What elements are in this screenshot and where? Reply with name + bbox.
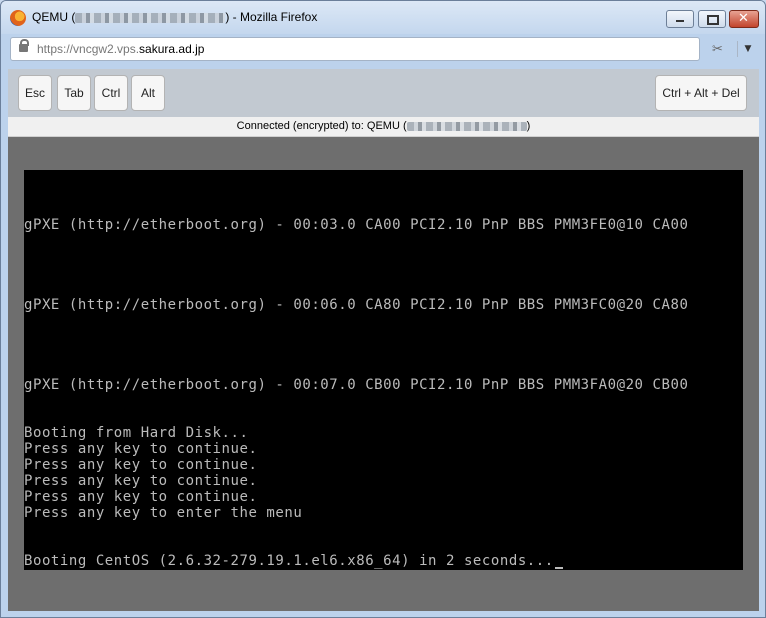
chevron-down-icon[interactable]: ▼: [737, 41, 758, 57]
console-screen[interactable]: gPXE (http://etherboot.org) - 00:03.0 CA…: [24, 170, 743, 570]
window-title-prefix: QEMU (: [32, 10, 76, 24]
close-button[interactable]: ✕: [729, 10, 759, 28]
title-bar: QEMU ( ) - Mozilla Firefox ✕: [1, 1, 765, 34]
vnc-viewport: gPXE (http://etherboot.org) - 00:03.0 CA…: [8, 137, 759, 611]
url-scheme-host: https://vncgw2.vps.: [37, 42, 140, 56]
connection-status: Connected (encrypted) to: QEMU (): [8, 117, 759, 137]
console-line: Press any key to continue.: [24, 473, 258, 489]
status-suffix: ): [526, 120, 531, 132]
browser-window: QEMU ( ) - Mozilla Firefox ✕ https://vncg…: [0, 0, 766, 618]
console-line: gPXE (http://etherboot.org) - 00:06.0 CA…: [24, 297, 689, 313]
console-line: Press any key to continue.: [24, 457, 258, 473]
console-line: gPXE (http://etherboot.org) - 00:07.0 CB…: [24, 377, 689, 393]
window-title: QEMU ( ) - Mozilla Firefox: [32, 10, 317, 24]
minimize-button[interactable]: [666, 10, 694, 28]
firefox-icon: [10, 10, 26, 26]
console-line: gPXE (http://etherboot.org) - 00:03.0 CA…: [24, 217, 689, 233]
maximize-icon: [707, 15, 719, 25]
window-title-suffix: ) - Mozilla Firefox: [225, 10, 318, 24]
esc-key-button[interactable]: Esc: [18, 75, 52, 111]
url-bar[interactable]: https://vncgw2.vps.sakura.ad.jp: [10, 37, 700, 61]
minimize-icon: [676, 20, 684, 22]
ctrl-key-button[interactable]: Ctrl: [94, 75, 128, 111]
text-cursor: [555, 567, 563, 569]
url-domain: sakura.ad.jp: [139, 42, 205, 56]
redacted-hostname-status: [406, 121, 527, 131]
console-line: Press any key to enter the menu: [24, 505, 303, 521]
console-line: Booting from Hard Disk...: [24, 425, 249, 441]
console-line: Press any key to continue.: [24, 441, 258, 457]
ctrl-alt-del-button[interactable]: Ctrl + Alt + Del: [655, 75, 747, 111]
lock-icon: [19, 39, 29, 52]
addon-icon[interactable]: ✂: [712, 42, 728, 57]
redacted-hostname: [75, 12, 226, 23]
maximize-button[interactable]: [698, 10, 726, 28]
url-text: https://vncgw2.vps.sakura.ad.jp: [37, 42, 204, 56]
console-line: Booting CentOS (2.6.32-279.19.1.el6.x86_…: [24, 553, 554, 569]
tab-key-button[interactable]: Tab: [57, 75, 91, 111]
status-prefix: Connected (encrypted) to: QEMU (: [236, 120, 407, 132]
novnc-toolbar: Esc Tab Ctrl Alt Ctrl + Alt + Del: [8, 69, 759, 117]
alt-key-button[interactable]: Alt: [131, 75, 165, 111]
console-line: Press any key to continue.: [24, 489, 258, 505]
close-icon: ✕: [738, 11, 749, 26]
